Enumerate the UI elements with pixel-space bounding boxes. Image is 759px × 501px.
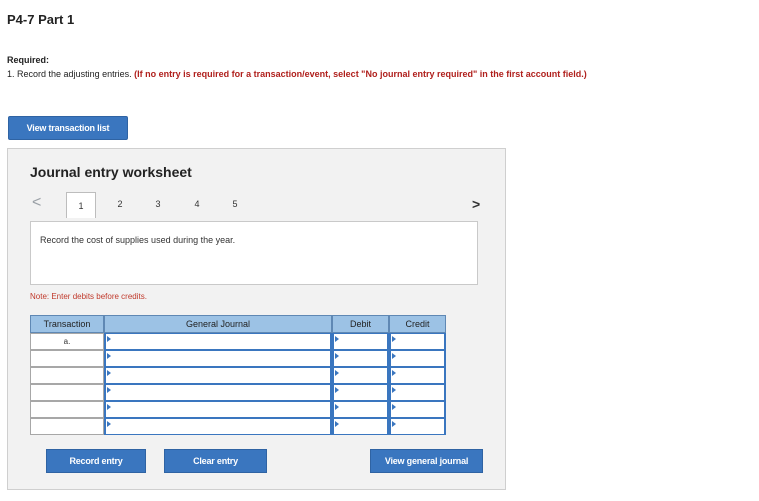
next-arrow-icon[interactable]: > <box>472 196 480 212</box>
account-select[interactable] <box>104 401 332 418</box>
header-general-journal: General Journal <box>104 315 332 333</box>
debit-input[interactable] <box>332 401 389 418</box>
clear-entry-button[interactable]: Clear entry <box>164 449 267 473</box>
header-credit: Credit <box>389 315 446 333</box>
account-select[interactable] <box>104 384 332 401</box>
tab-5[interactable]: 5 <box>220 192 250 216</box>
dropdown-arrow-icon <box>107 353 111 359</box>
credit-input[interactable] <box>389 418 446 435</box>
table-row <box>30 418 446 435</box>
account-select[interactable] <box>104 418 332 435</box>
header-transaction: Transaction <box>30 315 104 333</box>
debit-input[interactable] <box>332 418 389 435</box>
input-marker-icon <box>392 353 396 359</box>
debit-input[interactable] <box>332 367 389 384</box>
dropdown-arrow-icon <box>107 387 111 393</box>
transaction-description-box: Record the cost of supplies used during … <box>30 221 478 285</box>
input-marker-icon <box>335 387 339 393</box>
dropdown-arrow-icon <box>107 336 111 342</box>
credit-input[interactable] <box>389 384 446 401</box>
input-marker-icon <box>392 336 396 342</box>
tab-2[interactable]: 2 <box>105 192 135 216</box>
debits-note: Note: Enter debits before credits. <box>30 292 147 301</box>
account-select[interactable] <box>104 367 332 384</box>
instruction-text: 1. Record the adjusting entries. (If no … <box>7 68 727 80</box>
view-transaction-list-button[interactable]: View transaction list <box>8 116 128 140</box>
account-select[interactable] <box>104 333 332 350</box>
table-row <box>30 367 446 384</box>
input-marker-icon <box>392 404 396 410</box>
credit-input[interactable] <box>389 333 446 350</box>
input-marker-icon <box>392 421 396 427</box>
credit-input[interactable] <box>389 367 446 384</box>
page-title: P4-7 Part 1 <box>7 12 75 27</box>
header-debit: Debit <box>332 315 389 333</box>
instruction-warning: (If no entry is required for a transacti… <box>134 69 587 79</box>
journal-table-header: Transaction General Journal Debit Credit <box>30 315 446 333</box>
input-marker-icon <box>392 387 396 393</box>
tab-1[interactable]: 1 <box>66 192 96 218</box>
journal-table: Transaction General Journal Debit Credit… <box>30 315 446 435</box>
transaction-cell <box>30 384 104 401</box>
transaction-cell <box>30 350 104 367</box>
table-row <box>30 384 446 401</box>
transaction-description: Record the cost of supplies used during … <box>40 235 236 245</box>
debit-input[interactable] <box>332 350 389 367</box>
credit-input[interactable] <box>389 350 446 367</box>
prev-arrow-icon[interactable]: < <box>32 194 41 212</box>
worksheet-tab-nav: < 1 2 3 4 5 > <box>30 192 480 218</box>
table-row <box>30 401 446 418</box>
tab-3[interactable]: 3 <box>143 192 173 216</box>
view-general-journal-button[interactable]: View general journal <box>370 449 483 473</box>
tab-4[interactable]: 4 <box>182 192 212 216</box>
dropdown-arrow-icon <box>107 421 111 427</box>
worksheet-title: Journal entry worksheet <box>30 164 192 180</box>
debit-input[interactable] <box>332 333 389 350</box>
record-entry-button[interactable]: Record entry <box>46 449 146 473</box>
input-marker-icon <box>335 404 339 410</box>
credit-input[interactable] <box>389 401 446 418</box>
journal-entry-worksheet-panel: Journal entry worksheet < 1 2 3 4 5 > Re… <box>7 148 506 490</box>
transaction-cell: a. <box>30 333 104 350</box>
input-marker-icon <box>335 370 339 376</box>
required-label: Required: <box>7 55 50 65</box>
instruction-main: Record the adjusting entries. <box>17 69 132 79</box>
debit-input[interactable] <box>332 384 389 401</box>
input-marker-icon <box>392 370 396 376</box>
transaction-cell <box>30 367 104 384</box>
account-select[interactable] <box>104 350 332 367</box>
table-row <box>30 350 446 367</box>
dropdown-arrow-icon <box>107 404 111 410</box>
table-row: a. <box>30 333 446 350</box>
input-marker-icon <box>335 421 339 427</box>
transaction-cell <box>30 418 104 435</box>
input-marker-icon <box>335 353 339 359</box>
dropdown-arrow-icon <box>107 370 111 376</box>
input-marker-icon <box>335 336 339 342</box>
instruction-number: 1. <box>7 69 15 79</box>
transaction-cell <box>30 401 104 418</box>
